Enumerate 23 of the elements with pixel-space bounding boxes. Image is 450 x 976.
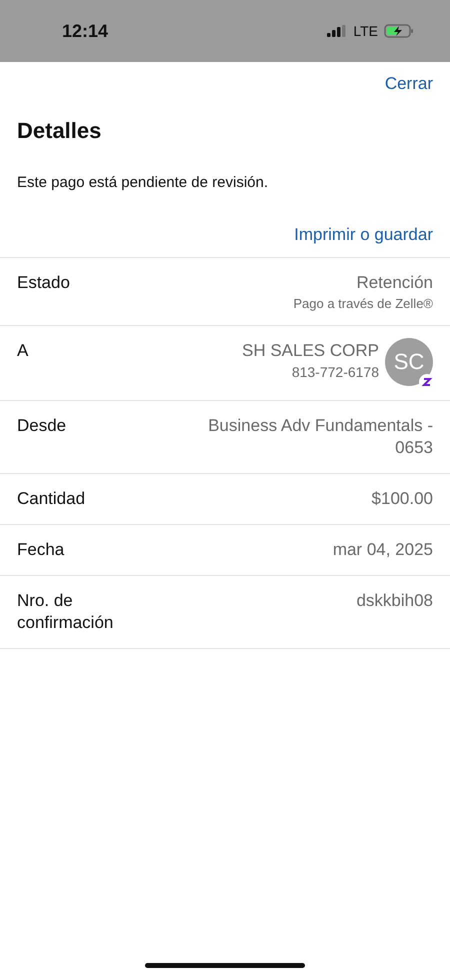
avatar-initials: SC xyxy=(394,349,424,375)
battery-charging-icon xyxy=(384,24,414,38)
field-label: Cantidad xyxy=(17,488,86,510)
field-value: dskkbih08 xyxy=(356,590,433,612)
network-type: LTE xyxy=(353,23,378,39)
status-message: Este pago está pendiente de revisión. xyxy=(17,174,270,191)
signal-icon xyxy=(327,25,348,37)
page-title: Detalles xyxy=(17,118,102,144)
field-value: Retención xyxy=(356,272,433,294)
print-link[interactable]: Imprimir o guardar xyxy=(294,225,433,245)
field-value: $100.00 xyxy=(372,488,433,510)
field-value: SH SALES CORP xyxy=(242,340,379,362)
field-label: A xyxy=(17,340,28,362)
field-label: Nro. de confirmación xyxy=(17,590,114,634)
status-time: 12:14 xyxy=(62,20,108,42)
field-value: mar 04, 2025 xyxy=(332,539,433,561)
field-label: Desde xyxy=(17,415,66,437)
field-subtext: Pago a través de Zelle® xyxy=(293,296,433,311)
field-subtext: 813-772-6178 xyxy=(292,364,379,380)
field-value: Business Adv Fundamentals - 0653 xyxy=(207,415,433,459)
field-label: Estado xyxy=(17,272,70,294)
close-button[interactable]: Cerrar xyxy=(384,74,433,94)
field-label: Fecha xyxy=(17,539,64,561)
